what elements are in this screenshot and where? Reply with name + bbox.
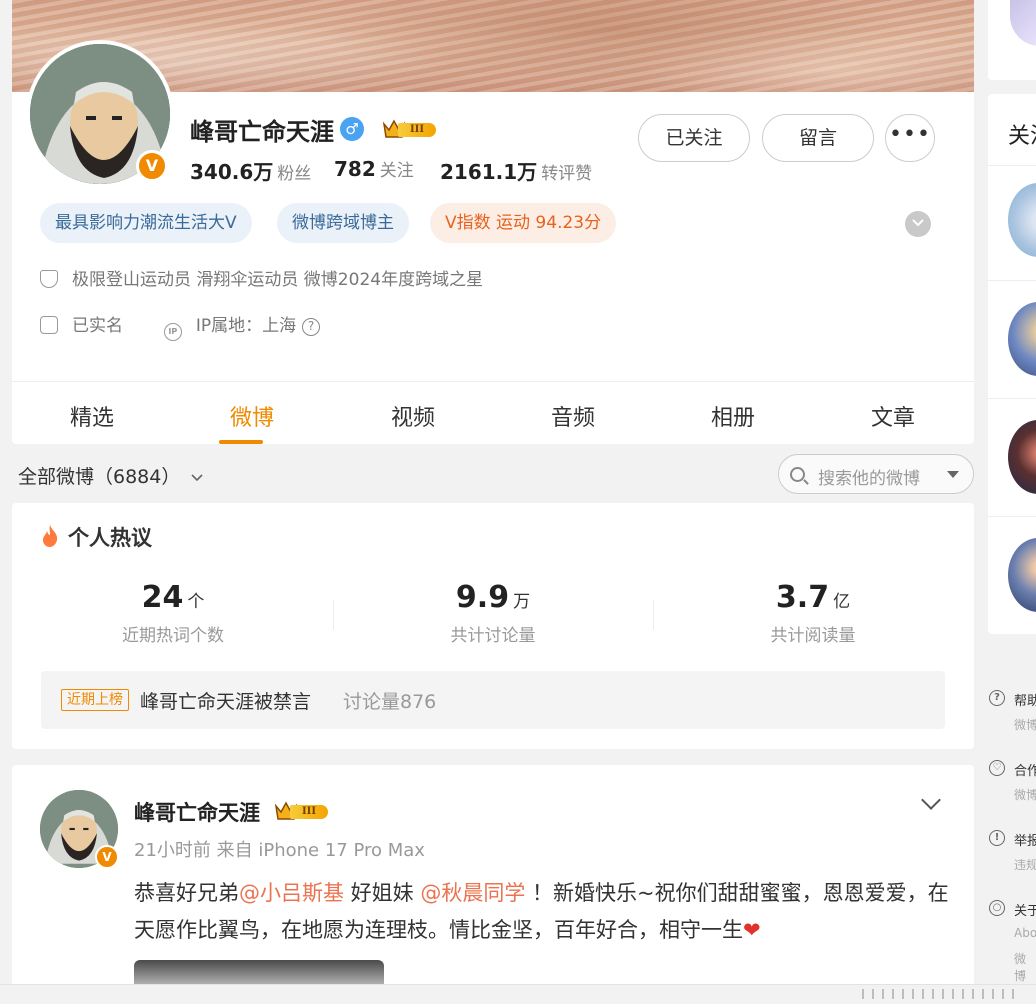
membership-crown-icon[interactable]: III [382, 118, 438, 140]
recent-ranked-badge: 近期上榜 [61, 689, 129, 711]
chevron-down-icon [912, 219, 924, 227]
sidebar-follow-title: 关注 [1008, 124, 1036, 149]
tag-influence[interactable]: 最具影响力潮流生活大V [40, 203, 252, 243]
sidebar-link-help[interactable]: ? 帮助 微博 [988, 690, 1036, 740]
discussions-count: 9.9 [455, 580, 510, 615]
tab-articles[interactable]: 文章 [853, 400, 933, 432]
heart-handshake-icon: ♡ [989, 760, 1005, 776]
tab-weibo[interactable]: 微博 [212, 400, 292, 432]
profile-identity-row: 已实名 IP IP属地：上海? [40, 311, 321, 341]
profile-description-row: 极限登山运动员 滑翔伞运动员 微博2024年度跨域之星 [40, 265, 483, 290]
chevron-down-icon [191, 474, 203, 482]
verified-badge: V [136, 150, 168, 182]
mention-link[interactable]: @秋晨同学 [420, 881, 525, 905]
reposts-count: 2161.1万 [440, 160, 538, 184]
sidebar-link-title: 关于 [1014, 904, 1036, 919]
dropdown-caret-icon[interactable] [947, 471, 959, 478]
tag-v-index[interactable]: V指数 运动 94.23分 [430, 203, 617, 243]
divider [12, 381, 974, 382]
keywords-unit: 个 [187, 592, 205, 612]
sidebar-link-subtitle: Abo [1014, 926, 1036, 940]
divider [988, 398, 1036, 399]
active-tab-indicator [219, 440, 263, 444]
sidebar-link-about[interactable]: ○ 关于 Abo [988, 900, 1036, 950]
sidebar-link-subtitle: 微博 [1014, 718, 1036, 732]
reads-caption: 共计阅读量 [770, 626, 856, 646]
sidebar-link-subtitle: 微博 [1014, 788, 1036, 802]
reads-count: 3.7 [775, 580, 830, 615]
tab-audio[interactable]: 音频 [533, 400, 613, 432]
sidebar-link-subtitle: 违规 [1014, 858, 1036, 872]
profile-description: 极限登山运动员 滑翔伞运动员 微博2024年度跨域之星 [72, 270, 484, 290]
reads-unit: 亿 [833, 592, 851, 612]
membership-crown-icon[interactable]: III [274, 800, 330, 822]
hot-topic-discussion-count: 讨论量876 [343, 691, 437, 713]
sidebar-link-subtitle: 微博 [1014, 952, 1027, 983]
search-posts-input[interactable]: 搜索他的微博 [778, 454, 974, 494]
keywords-caption: 近期热词个数 [122, 626, 224, 646]
level-badge: III [398, 123, 436, 137]
help-icon: ? [989, 690, 1005, 706]
real-name-status: 已实名 [72, 316, 123, 336]
hot-stat-reads: 3.7 亿 共计阅读量 [653, 580, 973, 646]
fans-count: 340.6万 [190, 160, 274, 184]
stat-fans[interactable]: 340.6万 粉丝 [190, 156, 311, 185]
post-text-segment: 恭喜好兄弟 [134, 881, 239, 905]
hot-stat-discussions: 9.9 万 共计讨论量 [333, 580, 653, 646]
tab-featured[interactable]: 精选 [52, 400, 132, 432]
shield-icon [40, 270, 58, 288]
heart-emoji: ❤ [743, 918, 761, 942]
hot-topic-title: 峰哥亡命天涯被禁言 [140, 691, 312, 713]
profile-name: 峰哥亡命天涯 [190, 118, 334, 146]
post-meta: 21小时前 来自 iPhone 17 Pro Max [134, 840, 425, 861]
stat-following[interactable]: 782 关注 [334, 156, 414, 181]
hot-stat-keywords: 24 个 近期热词个数 [13, 580, 333, 646]
search-placeholder: 搜索他的微博 [818, 469, 920, 489]
discussions-caption: 共计讨论量 [450, 626, 536, 646]
divider [988, 280, 1036, 281]
tab-album[interactable]: 相册 [693, 400, 773, 432]
all-posts-label: 全部微博（6884） [18, 466, 181, 488]
horizontal-scrollbar[interactable] [0, 984, 1036, 1004]
followed-button[interactable]: 已关注 [638, 114, 750, 162]
tag-crossdomain[interactable]: 微博跨域博主 [277, 203, 409, 243]
hot-topic-row[interactable]: 近期上榜 峰哥亡命天涯被禁言 讨论量876 [41, 671, 945, 729]
message-button[interactable]: 留言 [762, 114, 874, 162]
fans-label: 粉丝 [277, 164, 312, 184]
divider [988, 516, 1036, 517]
sidebar-link-cooperation[interactable]: ♡ 合作 微博 [988, 760, 1036, 810]
sidebar-link-title: 合作 [1014, 764, 1036, 779]
expand-tags-button[interactable] [905, 211, 931, 237]
flame-icon [43, 525, 58, 547]
discussions-unit: 万 [513, 592, 531, 612]
all-posts-filter[interactable]: 全部微博（6884） [18, 462, 204, 489]
mention-link[interactable]: @小吕斯基 [239, 881, 344, 905]
keywords-count: 24 [141, 580, 184, 615]
divider [988, 165, 1036, 166]
id-card-icon [40, 316, 58, 334]
help-icon[interactable]: ? [302, 318, 321, 336]
more-options-button[interactable]: ••• [885, 114, 935, 162]
ip-icon: IP [163, 323, 182, 341]
tab-video[interactable]: 视频 [373, 400, 453, 432]
male-icon: ♂ [340, 117, 364, 141]
post-content: 恭喜好兄弟@小吕斯基 好姐妹 @秋晨同学 ！新婚快乐~祝你们甜甜蜜蜜，恩恩爱爱，… [134, 875, 954, 949]
sidebar-link-report[interactable]: ! 举报 违规 [988, 830, 1036, 880]
reposts-label: 转评赞 [541, 164, 593, 184]
following-label: 关注 [379, 161, 414, 181]
level-badge: III [290, 805, 328, 819]
search-icon [790, 467, 805, 482]
ip-location: IP属地：上海 [195, 316, 297, 336]
following-count: 782 [334, 157, 376, 181]
user-circle-icon: ○ [989, 900, 1005, 916]
verified-badge: V [95, 845, 119, 869]
sidebar-link-title: 帮助 [1014, 694, 1036, 709]
post-text-segment: 好姐妹 [344, 881, 421, 905]
alert-icon: ! [989, 830, 1005, 846]
stat-reposts: 2161.1万 转评赞 [440, 156, 592, 185]
sidebar-link-title: 举报 [1014, 834, 1036, 849]
post-author-name[interactable]: 峰哥亡命天涯 [134, 797, 260, 827]
scrollbar-thumb[interactable] [862, 989, 1022, 999]
hot-topics-title: 个人热议 [68, 526, 152, 550]
